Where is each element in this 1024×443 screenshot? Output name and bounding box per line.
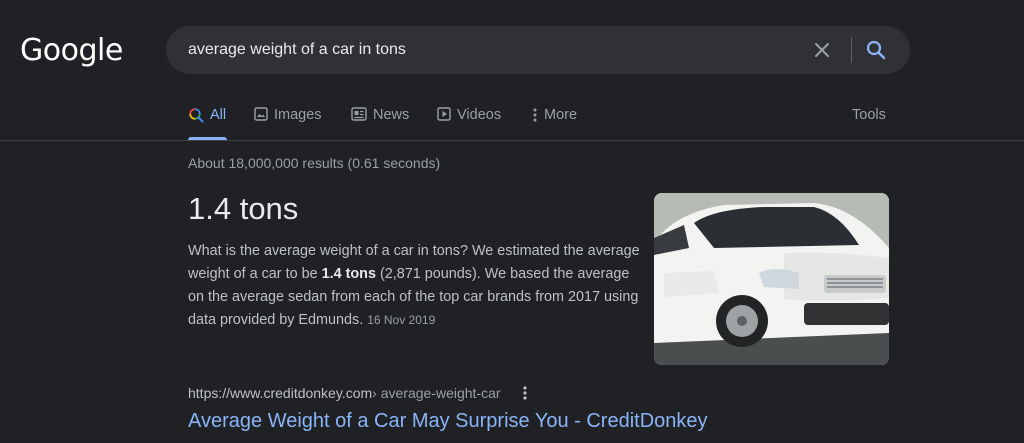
header-divider <box>0 140 1024 141</box>
tab-label: Videos <box>457 107 502 123</box>
featured-car-image[interactable] <box>654 193 889 365</box>
image-icon <box>254 107 268 121</box>
play-icon <box>437 107 451 121</box>
close-icon <box>815 43 829 57</box>
search-divider <box>851 37 852 63</box>
tab-label: News <box>373 107 410 123</box>
snippet-date: 16 Nov 2019 <box>367 313 436 327</box>
tab-label: All <box>210 107 227 123</box>
tab-label: More <box>544 107 578 123</box>
car-photo <box>654 193 889 365</box>
search-input[interactable] <box>188 26 788 74</box>
search-submit-button[interactable] <box>864 38 888 62</box>
more-options-icon[interactable] <box>519 384 531 402</box>
snippet-highlight: 1.4 tons <box>321 266 376 282</box>
google-logo[interactable]: Google <box>20 33 123 68</box>
tab-images[interactable]: Images <box>254 104 322 140</box>
tab-videos[interactable]: Videos <box>437 104 501 140</box>
result-title-link[interactable]: Average Weight of a Car May Surprise You… <box>188 410 708 433</box>
result-stats: About 18,000,000 results (0.61 seconds) <box>188 155 441 171</box>
clear-search-button[interactable] <box>810 38 834 62</box>
result-path: › average-weight-car <box>372 385 501 401</box>
result-url: https://www.creditdonkey.com › average-w… <box>188 384 531 402</box>
search-icon <box>189 108 204 123</box>
tab-news[interactable]: News <box>351 104 409 140</box>
search-box[interactable] <box>166 26 910 74</box>
search-icon <box>866 40 886 60</box>
tab-all[interactable]: All <box>188 104 227 140</box>
news-icon <box>351 107 367 121</box>
tab-label: Images <box>274 107 322 123</box>
tab-more[interactable]: More <box>532 104 577 140</box>
tools-button[interactable]: Tools <box>852 104 886 126</box>
featured-snippet-text: What is the average weight of a car in t… <box>188 240 640 332</box>
featured-answer: 1.4 tons <box>188 191 299 226</box>
more-vert-icon <box>533 108 537 122</box>
result-domain[interactable]: https://www.creditdonkey.com <box>188 385 372 401</box>
